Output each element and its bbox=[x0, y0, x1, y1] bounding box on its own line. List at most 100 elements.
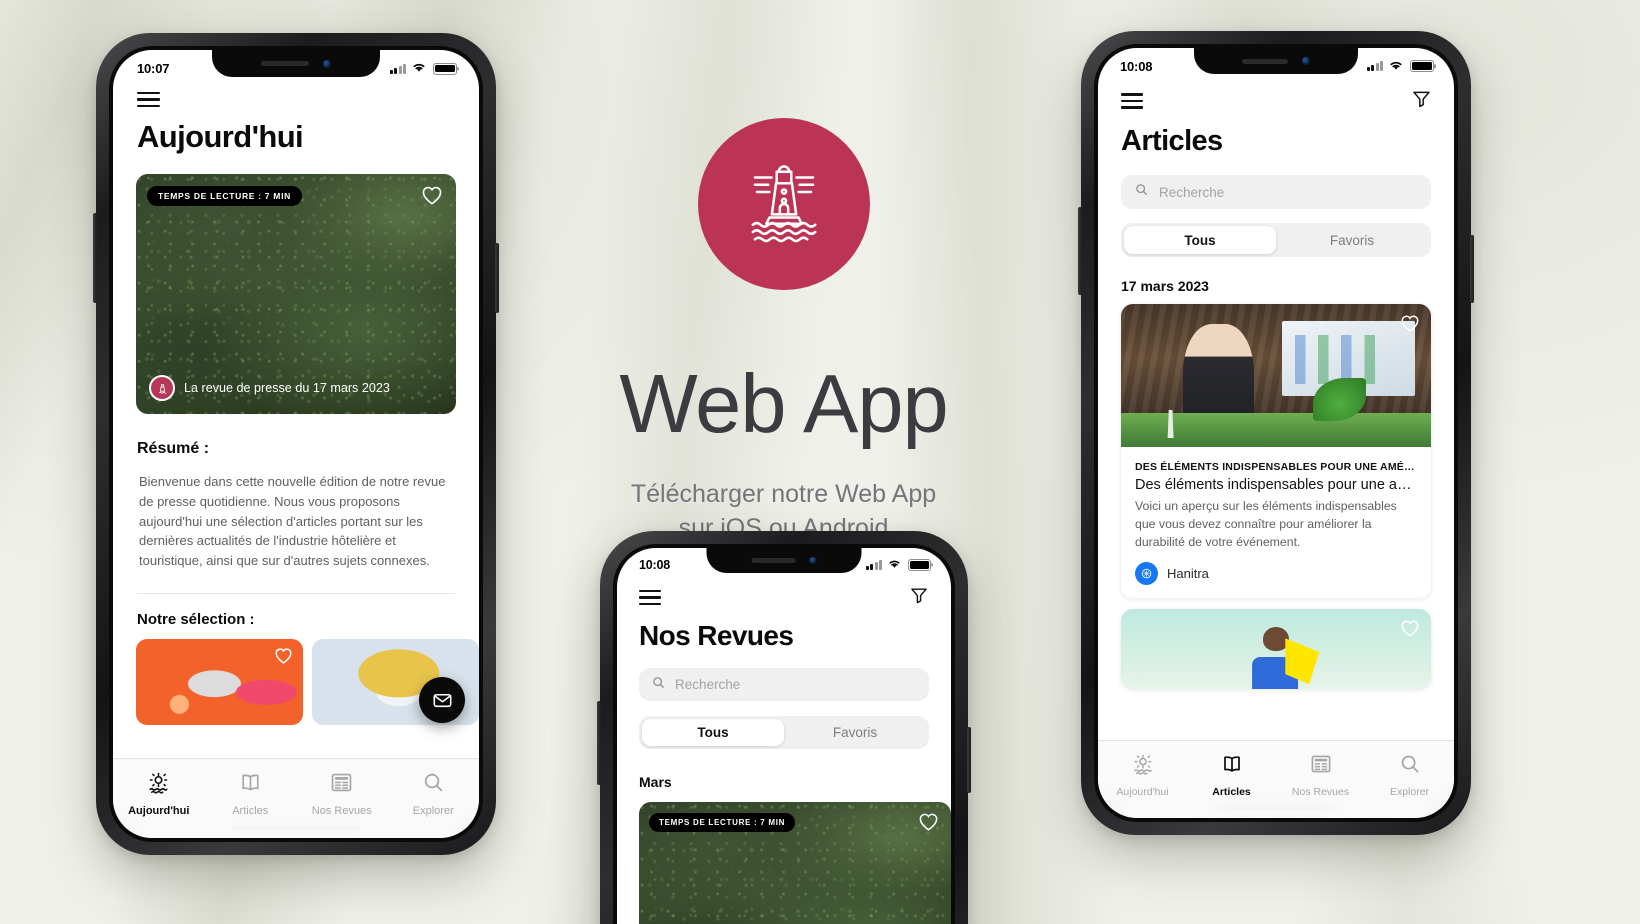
search-icon bbox=[651, 675, 666, 695]
segment-label: Favoris bbox=[1329, 232, 1375, 248]
open-book-icon bbox=[238, 770, 263, 800]
favorite-heart-icon[interactable] bbox=[1400, 314, 1420, 337]
phone-center: 10:08 Nos Revues Recherche Tous Favoris … bbox=[597, 531, 971, 924]
tab-bar: Aujourd'hui Articles Nos Revues Explorer bbox=[1098, 740, 1454, 818]
section-date: Mars bbox=[639, 774, 672, 790]
hamburger-menu-icon[interactable] bbox=[639, 590, 661, 605]
notch bbox=[1194, 48, 1358, 74]
newspaper-icon bbox=[329, 770, 354, 800]
phone-center-power-button bbox=[967, 727, 971, 793]
tab-nos-revues[interactable]: Nos Revues bbox=[296, 770, 388, 817]
favorite-heart-icon[interactable] bbox=[274, 647, 293, 669]
tab-label: Nos Revues bbox=[311, 805, 372, 817]
selection-card[interactable] bbox=[136, 638, 303, 725]
article-description: Voici un aperçu sur les éléments indispe… bbox=[1135, 499, 1397, 549]
front-camera bbox=[809, 557, 817, 564]
revue-carousel[interactable]: TEMPS DE LECTURE : 7 MIN bbox=[617, 790, 951, 924]
summary-text: Bienvenue dans cette nouvelle édition de… bbox=[139, 474, 446, 569]
status-time: 10:08 bbox=[1120, 58, 1153, 74]
article-card[interactable]: DES ÉLÉMENTS INDISPENSABLES POUR UNE AMÉ… bbox=[1121, 304, 1431, 599]
search-icon bbox=[1398, 752, 1422, 781]
tab-label: Explorer bbox=[412, 805, 454, 817]
tab-label: Articles bbox=[1212, 786, 1251, 798]
tab-label: Nos Revues bbox=[1291, 786, 1350, 798]
segment-label: Tous bbox=[1184, 232, 1216, 248]
tab-articles[interactable]: Articles bbox=[1187, 752, 1276, 798]
wifi-icon bbox=[887, 558, 902, 572]
segment-favoris[interactable]: Favoris bbox=[1276, 226, 1428, 254]
center-promo-block: Web App Télécharger notre Web App sur iO… bbox=[560, 118, 1007, 546]
page-title: Aujourd'hui bbox=[137, 119, 304, 155]
favorite-heart-icon[interactable] bbox=[1400, 619, 1420, 642]
search-input[interactable]: Recherche bbox=[639, 668, 929, 701]
earpiece-speaker bbox=[751, 558, 796, 563]
battery-icon bbox=[433, 62, 457, 75]
phone-left: 10:07 Aujourd'hui TEMPS DE LECTURE: 7 M… bbox=[93, 33, 499, 855]
promo-subtitle-line1: Télécharger notre Web App bbox=[630, 480, 937, 508]
hamburger-menu-icon[interactable] bbox=[137, 92, 160, 108]
tab-aujourdhui[interactable]: Aujourd'hui bbox=[113, 770, 205, 817]
earpiece-speaker bbox=[1242, 58, 1288, 64]
sun-horizon-icon bbox=[146, 770, 171, 800]
article-author-name: Hanitra bbox=[1167, 566, 1209, 582]
hero-caption: La revue de presse du 17 mars 2023 bbox=[184, 381, 390, 396]
article-photo bbox=[1121, 304, 1431, 447]
favorite-heart-icon[interactable] bbox=[918, 812, 939, 836]
phone-center-volume-buttons bbox=[597, 701, 601, 785]
model-grass bbox=[1121, 412, 1431, 447]
article-author-row: Hanitra bbox=[1135, 562, 1417, 586]
hero-card[interactable]: TEMPS DE LECTURE : 7 MIN La revue de pre… bbox=[136, 174, 456, 415]
sun-horizon-icon bbox=[1131, 752, 1155, 781]
article-body: DES ÉLÉMENTS INDISPENSABLES POUR UNE AMÉ… bbox=[1121, 447, 1431, 598]
cellular-signal-icon bbox=[1366, 61, 1383, 71]
article-card[interactable] bbox=[1121, 609, 1431, 690]
search-input[interactable]: Recherche bbox=[1121, 175, 1431, 209]
chart-on-screen bbox=[1294, 335, 1400, 385]
lighthouse-icon bbox=[751, 165, 816, 243]
tab-explorer[interactable]: Explorer bbox=[388, 770, 480, 817]
filter-funnel-icon[interactable] bbox=[909, 585, 929, 610]
segmented-control[interactable]: Tous Favoris bbox=[1121, 223, 1431, 257]
hamburger-menu-icon[interactable] bbox=[1121, 93, 1143, 109]
hero-caption-row: La revue de presse du 17 mars 2023 bbox=[149, 375, 390, 402]
phone-center-screen: 10:08 Nos Revues Recherche Tous Favoris … bbox=[617, 548, 951, 924]
search-placeholder: Recherche bbox=[1159, 184, 1225, 200]
article-title: Des éléments indispensables pour une amé… bbox=[1135, 477, 1417, 493]
tab-label: Aujourd'hui bbox=[128, 805, 190, 817]
phone-left-power-button bbox=[495, 243, 499, 313]
message-fab-button[interactable] bbox=[419, 677, 465, 723]
article-kicker: DES ÉLÉMENTS INDISPENSABLES POUR UNE AMÉ… bbox=[1135, 461, 1417, 473]
segment-tous[interactable]: Tous bbox=[1124, 226, 1276, 254]
section-date: 17 mars 2023 bbox=[1121, 278, 1209, 294]
segmented-control[interactable]: Tous Favoris bbox=[639, 716, 929, 749]
status-time: 10:08 bbox=[639, 558, 670, 572]
phone-right-power-button bbox=[1470, 235, 1474, 303]
tab-explorer[interactable]: Explorer bbox=[1365, 752, 1454, 798]
status-time: 10:07 bbox=[137, 61, 170, 76]
tab-articles[interactable]: Articles bbox=[205, 770, 297, 817]
tab-label: Explorer bbox=[1389, 786, 1430, 798]
segment-tous[interactable]: Tous bbox=[642, 719, 784, 746]
segment-label: Tous bbox=[697, 725, 729, 740]
phone-right: 10:08 Articles Recherche Tous Favoris 17… bbox=[1078, 31, 1474, 835]
author-avatar-icon bbox=[1135, 562, 1158, 586]
revue-card[interactable]: TEMPS DE LECTURE : 7 MIN bbox=[639, 802, 951, 924]
segment-label: Favoris bbox=[832, 725, 878, 740]
front-camera bbox=[323, 59, 331, 68]
selection-heading: Notre sélection : bbox=[137, 610, 255, 628]
envelope-icon bbox=[432, 693, 452, 707]
favorite-heart-icon[interactable] bbox=[421, 185, 443, 210]
filter-funnel-icon[interactable] bbox=[1411, 88, 1432, 114]
notch bbox=[212, 50, 380, 77]
open-book-icon bbox=[1220, 752, 1244, 781]
tab-aujourdhui[interactable]: Aujourd'hui bbox=[1098, 752, 1187, 798]
tab-nos-revues[interactable]: Nos Revues bbox=[1276, 752, 1365, 798]
battery-icon bbox=[1410, 60, 1434, 72]
summary-heading: Résumé : bbox=[137, 440, 210, 458]
segment-favoris[interactable]: Favoris bbox=[784, 719, 926, 746]
page-title: Articles bbox=[1121, 125, 1223, 157]
article-photo bbox=[1121, 609, 1431, 690]
newspaper-icon bbox=[1309, 752, 1333, 781]
page-title: Nos Revues bbox=[639, 620, 794, 651]
promo-title: Web App bbox=[619, 357, 948, 450]
